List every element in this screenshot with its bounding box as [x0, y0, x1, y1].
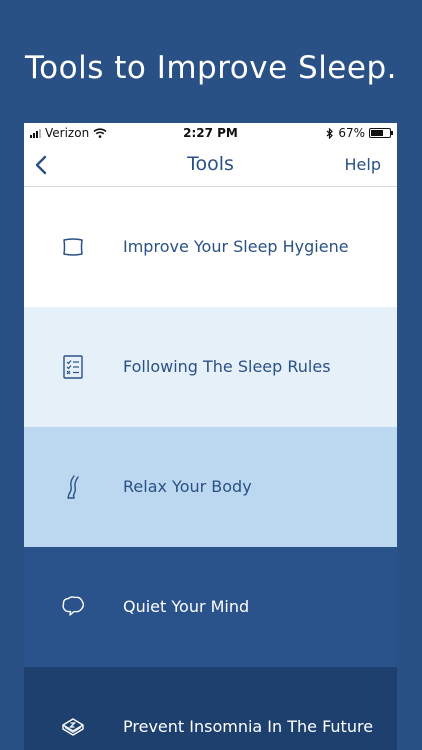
phone-screen: Verizon 2:27 PM 67% Tools Help Improve Y…	[24, 123, 397, 750]
tool-label: Following The Sleep Rules	[123, 357, 331, 376]
thought-bubble-icon	[62, 596, 85, 616]
tool-row-sleep-hygiene[interactable]: Improve Your Sleep Hygiene	[24, 187, 397, 307]
navigation-bar: Tools Help	[24, 143, 397, 187]
nav-title: Tools	[187, 153, 234, 175]
tool-row-quiet-mind[interactable]: Quiet Your Mind	[24, 547, 397, 667]
battery-percent: 67%	[338, 126, 365, 140]
tool-label: Prevent Insomnia In The Future	[123, 717, 374, 736]
promo-headline: Tools to Improve Sleep.	[25, 50, 397, 86]
pillow-icon	[63, 238, 83, 256]
tool-label: Relax Your Body	[123, 477, 252, 496]
status-bar: Verizon 2:27 PM 67%	[24, 123, 397, 143]
tool-label: Improve Your Sleep Hygiene	[123, 237, 349, 256]
battery-level-fill	[371, 130, 384, 136]
tool-row-relax-body[interactable]: Relax Your Body	[24, 427, 397, 547]
bluetooth-icon	[326, 127, 334, 139]
tool-label: Quiet Your Mind	[123, 597, 250, 616]
checklist-icon	[63, 355, 83, 379]
sleeping-book-icon	[62, 718, 84, 736]
tool-row-prevent-insomnia[interactable]: Prevent Insomnia In The Future	[24, 667, 397, 750]
tools-list: Improve Your Sleep Hygiene Following The…	[24, 187, 397, 750]
leg-icon	[67, 475, 79, 499]
status-right: 67%	[326, 126, 393, 140]
help-button[interactable]: Help	[345, 155, 381, 174]
tool-row-sleep-rules[interactable]: Following The Sleep Rules	[24, 307, 397, 427]
battery-icon	[369, 128, 393, 138]
